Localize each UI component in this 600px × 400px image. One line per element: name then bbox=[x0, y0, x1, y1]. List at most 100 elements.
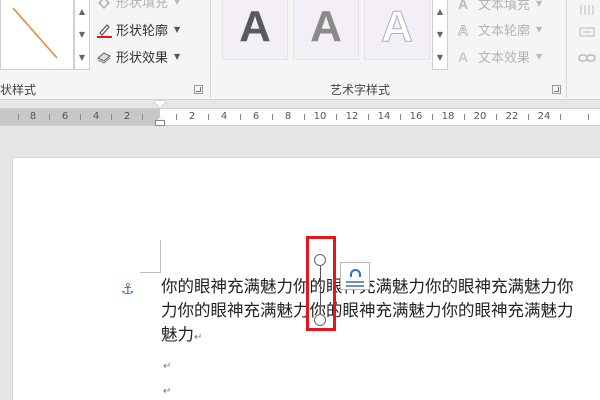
wordart-style-1[interactable]: A bbox=[222, 0, 288, 60]
shape-effects-button[interactable]: 形状效果 ▼ bbox=[96, 47, 180, 66]
margin-corner-mark bbox=[140, 272, 161, 273]
layout-options-icon bbox=[350, 269, 361, 277]
shape-fill-button[interactable]: 形状填充 ▼ bbox=[96, 0, 180, 11]
shape-effects-label: 形状效果 bbox=[116, 51, 169, 66]
text-effects-button[interactable]: A 文本效果 ▼ bbox=[458, 47, 543, 67]
ruler-tick bbox=[304, 114, 305, 120]
layout-options-button[interactable] bbox=[340, 262, 370, 290]
paragraph-mark: ↵ bbox=[163, 386, 172, 397]
ruler-tick-label: 4 bbox=[92, 111, 100, 122]
ruler-tick bbox=[464, 114, 465, 120]
wordart-sample-letter: A bbox=[239, 2, 271, 51]
ruler-tick bbox=[400, 114, 401, 120]
wordart-styles-launcher-icon[interactable] bbox=[552, 85, 561, 94]
text-outline-button[interactable]: A 文本轮廓 ▼ bbox=[458, 20, 543, 39]
shape-outline-button[interactable]: 形状轮廓 ▼ bbox=[96, 20, 180, 39]
text-fill-icon: A bbox=[458, 0, 469, 12]
scroll-up-icon[interactable]: ▲ bbox=[75, 0, 89, 23]
wordart-style-3[interactable]: A bbox=[364, 0, 430, 60]
horizontal-ruler[interactable]: 8 6 4 2 2 4 6 8 10 12 14 16 18 20 22 24 bbox=[0, 108, 600, 126]
text-outline-icon: A bbox=[458, 21, 469, 38]
text-line: 力你的眼神充满魅力你的眼神充满魅力你的眼神充满魅力 bbox=[161, 301, 574, 320]
dropdown-arrow-icon: ▼ bbox=[536, 52, 543, 61]
ruler-tick bbox=[336, 114, 337, 120]
text-direction-icon[interactable] bbox=[578, 2, 596, 16]
ruler-tick bbox=[496, 114, 497, 120]
dropdown-arrow-icon: ▼ bbox=[536, 25, 543, 34]
paragraph-mark: ↵ bbox=[194, 332, 203, 343]
shape-fill-label: 形状填充 bbox=[116, 0, 169, 11]
shape-effects-icon bbox=[96, 49, 112, 65]
ruler-tick bbox=[588, 114, 589, 120]
text-line: 魅力↵ bbox=[161, 323, 600, 350]
text-outline-label: 文本轮廓 bbox=[478, 24, 531, 39]
shape-styles-launcher-icon[interactable] bbox=[194, 85, 203, 94]
wordart-styles-group-label: 艺术字样式 bbox=[330, 83, 391, 97]
anchor-icon[interactable]: ⚓ bbox=[121, 280, 134, 298]
shape-gallery-scroll[interactable]: ▲ ▼ ▼ bbox=[74, 0, 90, 70]
ruler-tick bbox=[80, 114, 81, 120]
ruler-area: 8 6 4 2 2 4 6 8 10 12 14 16 18 20 22 24 bbox=[0, 101, 600, 157]
scroll-down-icon[interactable]: ▼ bbox=[433, 23, 447, 46]
margin-corner-mark bbox=[160, 240, 161, 272]
paragraph-mark: ↵ bbox=[163, 361, 172, 372]
text-effects-label: 文本效果 bbox=[478, 51, 531, 66]
shape-outline-label: 形状轮廓 bbox=[116, 24, 169, 39]
pen-outline-icon bbox=[96, 22, 112, 38]
ruler-tick bbox=[560, 114, 561, 120]
ruler-tick bbox=[368, 114, 369, 120]
text-fill-label: 文本填充 bbox=[478, 0, 531, 13]
ruler-tick bbox=[272, 114, 273, 120]
group-separator bbox=[210, 0, 211, 98]
ruler-tick bbox=[49, 114, 50, 120]
gallery-more-icon[interactable]: ▼ bbox=[75, 46, 89, 69]
ruler-tick bbox=[18, 114, 19, 120]
wordart-sample-letter: A bbox=[310, 2, 342, 51]
text-effects-icon: A bbox=[458, 48, 469, 65]
dropdown-arrow-icon: ▼ bbox=[536, 0, 543, 8]
align-text-icon[interactable] bbox=[578, 24, 596, 38]
dropdown-arrow-icon: ▼ bbox=[174, 52, 181, 61]
left-indent-marker[interactable] bbox=[155, 120, 165, 126]
shape-styles-group-label: 状样式 bbox=[0, 83, 37, 97]
text-line: 你的眼神充满魅力你的眼神充满魅力你的眼神充满魅力你 bbox=[161, 275, 600, 299]
first-line-indent-marker[interactable] bbox=[154, 101, 166, 108]
create-link-icon[interactable] bbox=[578, 50, 596, 64]
text-run: 魅力 bbox=[161, 325, 194, 344]
gallery-more-icon[interactable]: ▼ bbox=[433, 46, 447, 69]
wordart-gallery-scroll[interactable]: ▲ ▼ ▼ bbox=[432, 0, 448, 70]
ruler-tick bbox=[142, 114, 143, 120]
ruler-tick-label: 10 bbox=[313, 111, 327, 122]
shape-style-gallery[interactable] bbox=[0, 0, 74, 70]
ribbon: ▲ ▼ ▼ 形状填充 ▼ 形状轮廓 ▼ 形状效果 ▼ 状样式 A A A ▲ ▼… bbox=[0, 0, 600, 100]
ruler-tick-label: 20 bbox=[473, 111, 487, 122]
ruler-tick bbox=[240, 114, 241, 120]
group-separator bbox=[566, 0, 567, 98]
ruler-tick bbox=[432, 114, 433, 120]
layout-options-line bbox=[346, 281, 364, 283]
ruler-tick-label: 16 bbox=[409, 111, 423, 122]
ruler-tick-label: 2 bbox=[188, 111, 196, 122]
scroll-down-icon[interactable]: ▼ bbox=[75, 23, 89, 46]
line-shape-preview bbox=[12, 7, 58, 59]
text-fill-button[interactable]: A 文本填充 ▼ bbox=[458, 0, 542, 13]
ruler-tick-label: 8 bbox=[29, 111, 37, 122]
ruler-tick-label: 4 bbox=[220, 111, 228, 122]
scroll-up-icon[interactable]: ▲ bbox=[433, 0, 447, 23]
ruler-tick-label: 2 bbox=[123, 111, 131, 122]
ruler-tick-label: 22 bbox=[505, 111, 519, 122]
dropdown-arrow-icon: ▼ bbox=[174, 0, 181, 6]
wordart-sample-letter: A bbox=[381, 2, 414, 52]
ruler-tick bbox=[208, 114, 209, 120]
paint-bucket-icon bbox=[96, 0, 112, 10]
dropdown-arrow-icon: ▼ bbox=[174, 25, 181, 34]
ruler-tick-label: 12 bbox=[345, 111, 359, 122]
wordart-style-2[interactable]: A bbox=[293, 0, 359, 60]
ruler-tick bbox=[528, 114, 529, 120]
ruler-tick bbox=[176, 114, 177, 120]
highlight-box bbox=[306, 236, 336, 331]
layout-options-line bbox=[346, 285, 364, 287]
ruler-tick-label: 24 bbox=[537, 111, 551, 122]
document-body-text[interactable]: 你的眼神充满魅力你的眼神充满魅力你的眼神充满魅力你 力你的眼神充满魅力你的眼神充… bbox=[161, 275, 600, 350]
ruler-tick-label: 6 bbox=[61, 111, 69, 122]
